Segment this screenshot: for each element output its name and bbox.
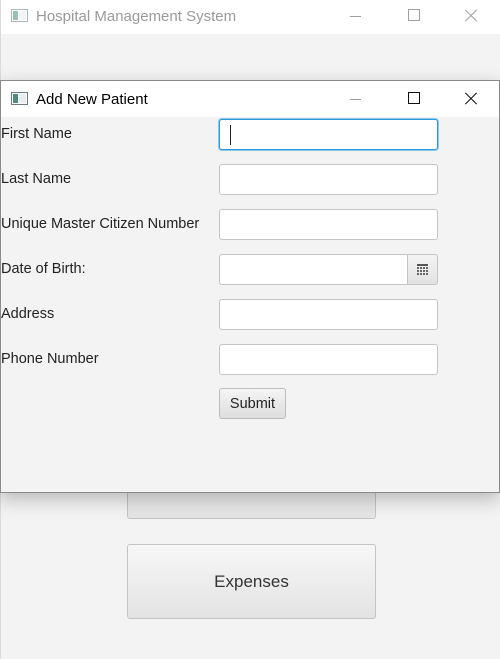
- add-patient-dialog: Add New Patient First Name Last Name Uni…: [0, 80, 500, 493]
- maximize-icon[interactable]: [390, 0, 436, 32]
- date-of-birth-label: Date of Birth:: [1, 261, 86, 277]
- main-window-title: Hospital Management System: [36, 8, 237, 25]
- dialog-titlebar: Add New Patient: [1, 81, 499, 117]
- last-name-field[interactable]: [219, 164, 438, 195]
- dialog-maximize-icon[interactable]: [390, 83, 436, 115]
- dialog-close-icon[interactable]: [447, 83, 493, 115]
- close-icon[interactable]: [447, 0, 493, 32]
- expenses-button[interactable]: Expenses: [127, 544, 376, 619]
- date-picker-button[interactable]: [407, 254, 438, 285]
- address-field[interactable]: [219, 299, 438, 330]
- first-name-label: First Name: [1, 126, 72, 142]
- first-name-field[interactable]: [219, 119, 438, 150]
- phone-number-field[interactable]: [219, 344, 438, 375]
- dialog-window-icon: [11, 92, 28, 105]
- calendar-icon: [417, 264, 428, 275]
- address-label: Address: [1, 306, 55, 322]
- app-window-icon: [11, 9, 28, 22]
- text-caret: [230, 125, 231, 145]
- submit-button[interactable]: Submit: [219, 388, 286, 419]
- phone-number-label: Phone Number: [1, 351, 99, 367]
- date-of-birth-field[interactable]: [219, 254, 408, 285]
- last-name-label: Last Name: [1, 171, 72, 187]
- main-titlebar: Hospital Management System: [1, 0, 500, 34]
- umcn-label: Unique Master Citizen Number: [1, 216, 200, 232]
- umcn-field[interactable]: [219, 209, 438, 240]
- dialog-minimize-icon[interactable]: [332, 83, 378, 115]
- dialog-title: Add New Patient: [36, 91, 148, 108]
- minimize-icon[interactable]: [332, 0, 378, 32]
